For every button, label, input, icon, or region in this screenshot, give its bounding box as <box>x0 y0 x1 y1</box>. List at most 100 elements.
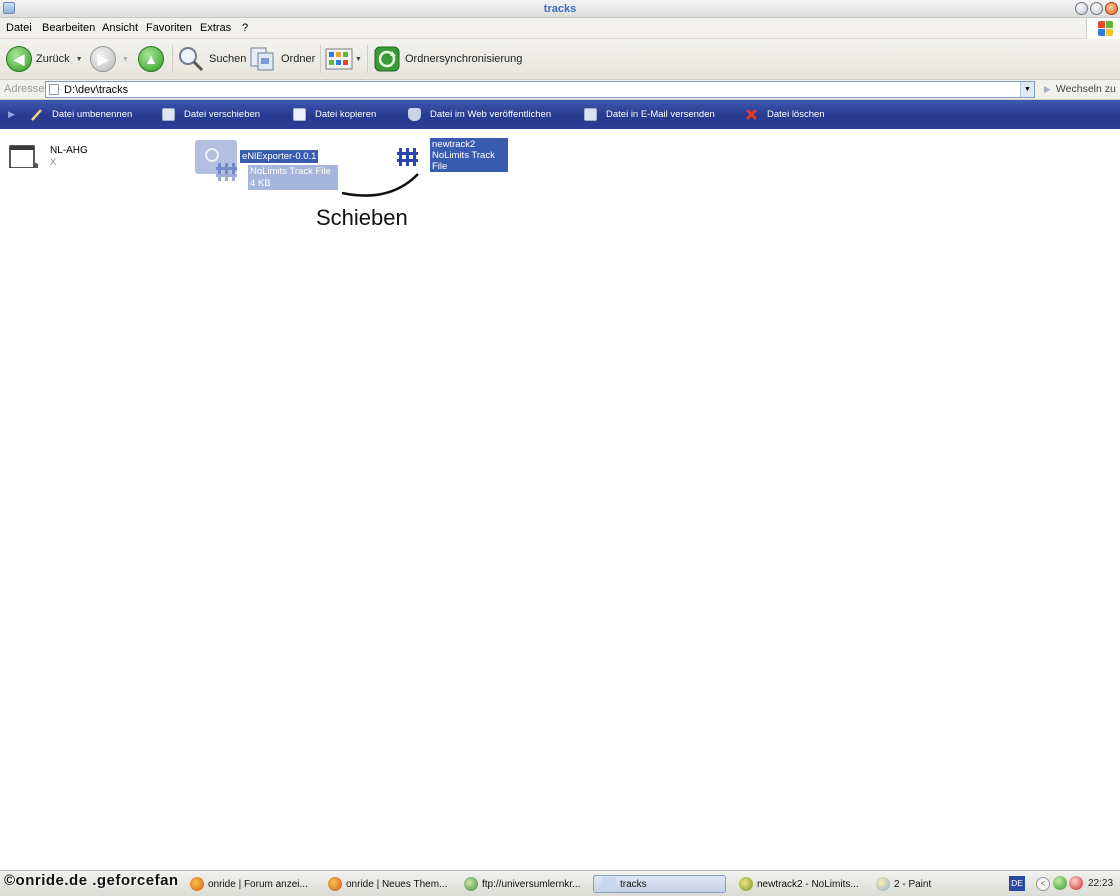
windows-logo-icon <box>1086 18 1120 39</box>
paint-icon <box>876 877 890 891</box>
forward-arrow-icon: ▶ <box>90 46 116 72</box>
window-title: tracks <box>543 3 577 15</box>
file-sub-nl-ahg: X <box>50 157 57 168</box>
forward-button[interactable]: ▶ ▼ <box>90 44 129 74</box>
taskbar-item-paint[interactable]: 2 - Paint <box>876 875 996 893</box>
language-indicator[interactable]: DE <box>1009 876 1025 891</box>
task-copy-label: Datei kopieren <box>315 108 377 120</box>
go-button[interactable]: ▶ Wechseln zu <box>1044 83 1116 95</box>
folder-icon <box>602 877 616 891</box>
toolbar-separator <box>172 45 173 73</box>
annotation-text: Schieben <box>316 205 408 230</box>
ftp-icon <box>464 877 478 891</box>
taskbar-item-ftp[interactable]: ftp://universumlernkr... <box>464 875 588 893</box>
up-arrow-icon: ▲ <box>138 46 164 72</box>
folders-label: Ordner <box>281 53 316 65</box>
task-email[interactable]: Datei in E-Mail versenden <box>584 106 715 122</box>
messenger-icon[interactable] <box>1053 876 1067 890</box>
address-bar: Adresse D:\dev\tracks ▼ ▶ Wechseln zu <box>0 80 1120 100</box>
back-label: Zurück <box>36 53 70 65</box>
taskbar-item-label: newtrack2 - NoLimits... <box>757 878 859 890</box>
menu-datei[interactable]: Datei <box>6 22 32 34</box>
file-name-newtrack2: newtrack2 <box>432 139 476 150</box>
back-button[interactable]: ◀ Zurück ▼ <box>6 44 83 74</box>
task-move[interactable]: Datei verschieben <box>162 106 260 122</box>
address-value: D:\dev\tracks <box>64 84 129 96</box>
tray-expand-icon[interactable]: < <box>1036 877 1050 891</box>
taskbar-item-neues-thema[interactable]: onride | Neues Them... <box>328 875 458 893</box>
task-email-label: Datei in E-Mail versenden <box>606 108 715 120</box>
ghost-size: 4 KB <box>248 177 338 190</box>
file-type-newtrack2: NoLimits Track File <box>432 150 495 172</box>
newtrack2-label-box: newtrack2 NoLimits Track File 4 KB <box>430 138 508 183</box>
taskbar-item-newtrack2[interactable]: newtrack2 - NoLimits... <box>739 875 869 893</box>
drag-ghost: NoLimits Track File 4 KB <box>212 153 338 193</box>
task-copy[interactable]: Datei kopieren <box>293 106 376 122</box>
sync-label: Ordnersynchronisierung <box>405 53 523 65</box>
taskbar-item-label: tracks <box>620 878 647 890</box>
views-dropdown-icon[interactable]: ▼ <box>355 56 362 63</box>
taskbar-item-label: ftp://universumlernkr... <box>482 878 581 890</box>
sync-icon <box>374 46 400 72</box>
task-rename-label: Datei umbenennen <box>52 108 133 120</box>
menu-bar: Datei Bearbeiten Ansicht Favoriten Extra… <box>0 18 1120 39</box>
address-input[interactable]: D:\dev\tracks ▼ <box>45 81 1035 98</box>
maximize-button[interactable] <box>1090 2 1103 15</box>
firefox-icon <box>328 877 342 891</box>
address-label: Adresse <box>4 83 45 95</box>
search-button[interactable]: Suchen <box>177 44 246 74</box>
firefox-icon <box>190 877 204 891</box>
drag-arc-annotation <box>341 173 419 197</box>
email-icon <box>584 107 597 121</box>
file-name-nl-ahg: NL-AHG <box>50 145 88 156</box>
back-arrow-icon: ◀ <box>6 46 32 72</box>
back-dropdown-icon[interactable]: ▼ <box>76 56 83 63</box>
file-tasks-bar: ▶ Datei umbenennen Datei verschieben Dat… <box>0 100 1120 129</box>
delete-x-icon <box>745 108 758 120</box>
toolbar: ◀ Zurück ▼ ▶ ▼ ▲ Suchen Ordner ▼ Ordners… <box>0 39 1120 80</box>
taskbar-item-label: onride | Forum anzei... <box>208 878 308 890</box>
views-icon <box>325 48 353 70</box>
taskbar-item-forum[interactable]: onride | Forum anzei... <box>190 875 320 893</box>
web-publish-icon <box>408 107 421 121</box>
taskbar-item-tracks[interactable]: tracks <box>593 875 726 893</box>
file-size-newtrack2: 4 KB <box>432 172 453 183</box>
folders-icon <box>250 47 274 71</box>
address-dropdown-icon[interactable]: ▼ <box>1020 82 1034 97</box>
task-web-publish[interactable]: Datei im Web veröffentlichen <box>408 106 551 122</box>
close-button[interactable] <box>1105 2 1118 15</box>
clock: 22:23 <box>1088 878 1114 889</box>
menu-ansicht[interactable]: Ansicht <box>102 22 138 34</box>
task-move-label: Datei verschieben <box>184 108 261 120</box>
title-bar[interactable]: tracks <box>0 0 1120 18</box>
up-button[interactable]: ▲ <box>138 44 164 74</box>
pencil-icon <box>31 108 42 121</box>
forward-dropdown-icon[interactable]: ▼ <box>122 56 129 63</box>
sync-button[interactable]: Ordnersynchronisierung <box>373 44 522 74</box>
search-icon <box>179 47 204 72</box>
menu-help[interactable]: ? <box>242 22 248 34</box>
tasks-expand-icon[interactable]: ▶ <box>8 109 15 120</box>
copy-file-icon <box>293 107 306 121</box>
menu-favoriten[interactable]: Favoriten <box>146 22 192 34</box>
watermark: ©onride.de .geforcefan <box>4 872 179 889</box>
task-delete-label: Datei löschen <box>767 108 825 120</box>
menu-extras[interactable]: Extras <box>200 22 231 34</box>
task-rename[interactable]: Datei umbenennen <box>30 106 132 122</box>
menu-bearbeiten[interactable]: Bearbeiten <box>42 22 95 34</box>
file-list-area[interactable]: NL-AHG X eNlExporter-0.0.1 NoLimits Trac… <box>0 129 1120 870</box>
go-arrow-icon: ▶ <box>1044 84 1051 94</box>
nolimits-track-icon <box>216 163 237 181</box>
go-label: Wechseln zu <box>1055 83 1116 95</box>
taskbar-item-label: 2 - Paint <box>894 878 932 890</box>
minimize-button[interactable] <box>1075 2 1088 15</box>
security-icon[interactable] <box>1069 876 1083 890</box>
taskbar-item-label: onride | Neues Them... <box>346 878 448 890</box>
folders-button[interactable]: Ordner <box>249 44 315 74</box>
shortcut-folder-icon <box>9 145 38 168</box>
file-item-nl-ahg[interactable]: NL-AHG X <box>8 142 98 182</box>
nolimits-icon <box>739 877 753 891</box>
folder-path-icon <box>49 84 59 95</box>
views-button[interactable]: ▼ <box>325 44 362 74</box>
task-delete[interactable]: Datei löschen <box>745 106 825 122</box>
